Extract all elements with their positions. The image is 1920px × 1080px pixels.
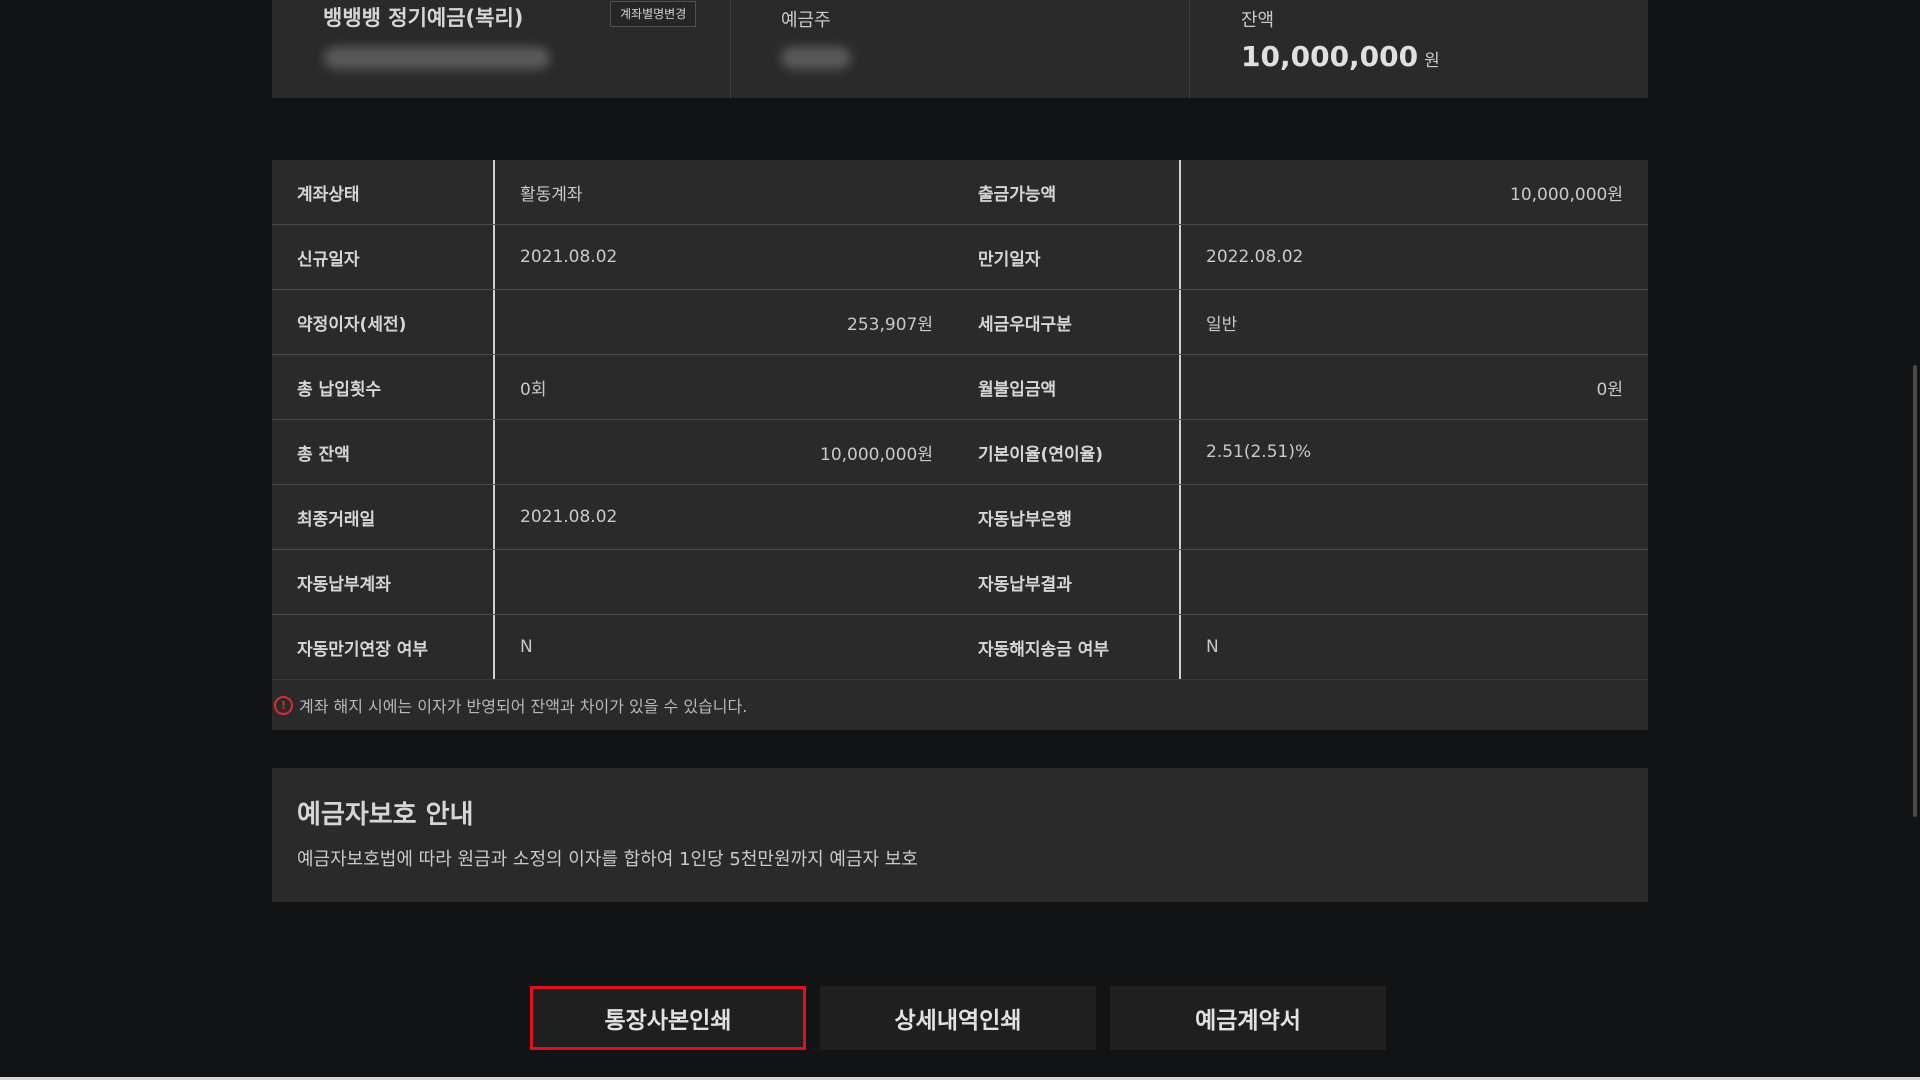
protection-title: 예금자보호 안내	[297, 800, 474, 830]
table-row: 총 납입횟수 0회 월불입금액 0원	[272, 355, 1648, 420]
balance-value: 10,000,000 원	[1241, 40, 1440, 73]
row-label: 자동만기연장 여부	[272, 615, 495, 679]
balance-column: 잔액 10,000,000 원	[1189, 0, 1648, 98]
change-alias-button[interactable]: 계좌별명변경	[610, 1, 697, 27]
depositor-name-redacted	[781, 47, 851, 69]
row-value: 10,000,000원	[1510, 184, 1623, 205]
row-value: 253,907원	[847, 314, 933, 335]
row-label: 자동납부결과	[958, 550, 1181, 614]
table-row: 총 잔액 10,000,000원 기본이율(연이율) 2.51(2.51)%	[272, 420, 1648, 485]
depositor-label: 예금주	[781, 10, 831, 31]
page: 뱅뱅뱅 정기예금(복리) 계좌별명변경 예금주 잔액 10,000,000 원 계…	[0, 0, 1920, 1080]
account-name: 뱅뱅뱅 정기예금(복리)	[323, 6, 524, 30]
row-label: 총 잔액	[272, 420, 495, 484]
balance-unit: 원	[1424, 51, 1440, 71]
balance-label: 잔액	[1241, 10, 1275, 31]
account-number-redacted	[324, 47, 550, 69]
depositor-protection-panel: 예금자보호 안내 예금자보호법에 따라 원금과 소정의 이자를 합하여 1인당 …	[272, 768, 1648, 902]
row-value: 일반	[1206, 314, 1238, 335]
row-value: 활동계좌	[520, 184, 583, 205]
row-value: N	[520, 637, 533, 657]
row-value	[1181, 485, 1648, 549]
notice-message: ! 계좌 해지 시에는 이자가 반영되어 잔액과 차이가 있을 수 있습니다.	[272, 679, 1648, 730]
row-label: 계좌상태	[272, 160, 495, 224]
row-value	[495, 550, 958, 614]
row-value: 2021.08.02	[520, 247, 618, 267]
row-value: 2022.08.02	[1206, 247, 1304, 267]
row-label: 신규일자	[272, 225, 495, 289]
deposit-contract-button[interactable]: 예금계약서	[1110, 986, 1386, 1050]
row-label: 세금우대구분	[958, 290, 1181, 354]
table-row: 자동납부계좌 자동납부결과	[272, 550, 1648, 615]
row-label: 자동납부은행	[958, 485, 1181, 549]
alert-circle-icon: !	[274, 695, 293, 715]
protection-description: 예금자보호법에 따라 원금과 소정의 이자를 합하여 1인당 5천만원까지 예금…	[297, 849, 918, 870]
table-row: 약정이자(세전) 253,907원 세금우대구분 일반	[272, 290, 1648, 355]
table-row: 신규일자 2021.08.02 만기일자 2022.08.02	[272, 225, 1648, 290]
row-value: 2021.08.02	[520, 507, 618, 527]
scrollbar-thumb[interactable]	[1913, 365, 1917, 817]
row-label: 만기일자	[958, 225, 1181, 289]
print-passbook-button[interactable]: 통장사본인쇄	[530, 986, 806, 1050]
notice-text: 계좌 해지 시에는 이자가 반영되어 잔액과 차이가 있을 수 있습니다.	[299, 697, 748, 716]
account-details-table: 계좌상태 활동계좌 출금가능액 10,000,000원 신규일자 2021.08…	[272, 160, 1648, 679]
table-row: 최종거래일 2021.08.02 자동납부은행	[272, 485, 1648, 550]
print-details-button[interactable]: 상세내역인쇄	[820, 986, 1096, 1050]
table-row: 자동만기연장 여부 N 자동해지송금 여부 N	[272, 615, 1648, 679]
account-summary: 뱅뱅뱅 정기예금(복리) 계좌별명변경 예금주 잔액 10,000,000 원	[272, 0, 1648, 98]
row-label: 출금가능액	[958, 160, 1181, 224]
row-label: 자동납부계좌	[272, 550, 495, 614]
row-value: 0원	[1596, 379, 1623, 400]
row-label: 자동해지송금 여부	[958, 615, 1181, 679]
row-value: N	[1206, 637, 1219, 657]
row-label: 총 납입횟수	[272, 355, 495, 419]
balance-amount: 10,000,000	[1241, 40, 1419, 73]
table-row: 계좌상태 활동계좌 출금가능액 10,000,000원	[272, 160, 1648, 225]
depositor-column: 예금주	[730, 0, 1189, 98]
row-label: 월불입금액	[958, 355, 1181, 419]
action-buttons: 통장사본인쇄 상세내역인쇄 예금계약서	[530, 986, 1386, 1050]
row-value: 2.51(2.51)%	[1206, 442, 1312, 462]
row-value: 10,000,000원	[820, 444, 933, 465]
row-label: 기본이율(연이율)	[958, 420, 1181, 484]
row-label: 약정이자(세전)	[272, 290, 495, 354]
row-value	[1181, 550, 1648, 614]
row-value: 0회	[520, 379, 547, 400]
account-name-column: 뱅뱅뱅 정기예금(복리) 계좌별명변경	[272, 0, 730, 98]
account-detail-content: 뱅뱅뱅 정기예금(복리) 계좌별명변경 예금주 잔액 10,000,000 원 계…	[272, 0, 1648, 902]
row-label: 최종거래일	[272, 485, 495, 549]
